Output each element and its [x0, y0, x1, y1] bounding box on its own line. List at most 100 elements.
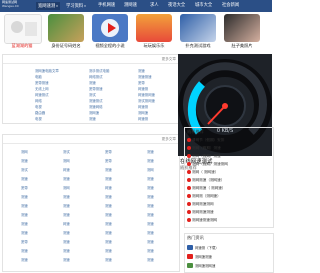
link-item[interactable]: 路由器 [35, 111, 45, 115]
link-item[interactable]: 测速 [147, 213, 154, 217]
recommend-item[interactable]: 测网测速测网 [187, 202, 214, 207]
link-item[interactable]: 测速 [147, 231, 154, 235]
link-item[interactable]: 测速 [147, 186, 154, 190]
link-item[interactable]: 测速 [105, 168, 112, 172]
link-item[interactable]: 测速 [147, 150, 154, 154]
nav-item-5[interactable]: 夜话大全 [168, 2, 185, 10]
link-item[interactable]: 测试 [21, 168, 28, 172]
link-item[interactable]: 测速 [147, 258, 154, 262]
link-item[interactable]: 测速 [21, 177, 28, 181]
link-item[interactable]: 测网 [63, 186, 70, 190]
nav-item-3[interactable]: 测网速 [124, 2, 137, 10]
link-item[interactable]: 电视 [35, 117, 42, 121]
link-item[interactable]: 网速测试 [35, 93, 49, 97]
link-item[interactable]: 测速 [138, 69, 145, 73]
site-logo[interactable]: 网速测试网 Wangsu.CC [2, 0, 36, 12]
link-item[interactable]: 无线上网 [35, 87, 49, 91]
link-item[interactable]: 测网 [147, 168, 154, 172]
link-item[interactable]: 测速 [63, 204, 70, 208]
link-item[interactable]: 宽带测速 [89, 87, 103, 91]
link-item[interactable]: 电视 [35, 105, 42, 109]
link-item[interactable]: 测速测试 [89, 99, 103, 103]
link-item[interactable]: 测速 [21, 231, 28, 235]
nav-item-2[interactable]: 手机网速 [98, 2, 115, 10]
hot-news-item[interactable]: 测网速测速 [195, 254, 212, 259]
link-item[interactable]: 测速 [63, 249, 70, 253]
link-item[interactable]: 宽带 [21, 240, 28, 244]
nav-item-0[interactable]: 宽网速测▾ [36, 2, 60, 10]
link-item[interactable]: 测速 [63, 240, 70, 244]
link-item[interactable]: 测速 [105, 258, 112, 262]
link-item[interactable]: 测速 [105, 177, 112, 181]
link-item[interactable]: 测速 [89, 117, 96, 121]
link-item[interactable]: 测速 [89, 81, 96, 85]
link-item[interactable]: 宽带 [21, 186, 28, 190]
nav-item-7[interactable]: 社会新闻 [222, 2, 239, 10]
recommend-item[interactable]: 测网测速（测网速） [187, 178, 224, 183]
link-item[interactable]: 宽带 [105, 150, 112, 154]
recommend-item[interactable]: 测网测（测网速） [187, 194, 221, 199]
link-item[interactable]: 测速 [105, 204, 112, 208]
link-item[interactable]: 测网速电脑文章 [35, 69, 59, 73]
link-item[interactable]: 测速 [21, 204, 28, 208]
link-item[interactable]: 测速 [63, 195, 70, 199]
link-item[interactable]: 测试测网速 [138, 99, 155, 103]
link-item[interactable]: 电脑 [35, 75, 42, 79]
link-item[interactable]: 网速测网速 [138, 93, 155, 97]
link-item[interactable]: 测网速 [138, 111, 148, 115]
link-item[interactable]: 测速 [21, 249, 28, 253]
recommend-item[interactable]: 测网（假期）测速 [187, 154, 221, 159]
promo-tile-5[interactable]: 肚子美照片 [220, 12, 264, 52]
link-item[interactable]: 网速测 [138, 87, 148, 91]
link-item[interactable]: 测速 [147, 195, 154, 199]
promo-tile-0[interactable]: 蓝湖湖的猫 [0, 12, 44, 52]
link-item[interactable]: 测手测试电脑 [89, 69, 109, 73]
link-item[interactable]: 测速 [105, 213, 112, 217]
link-item[interactable]: 测速 [21, 222, 28, 226]
link-item[interactable]: 测速 [105, 249, 112, 253]
nav-item-4[interactable]: 求人 [150, 2, 159, 10]
link-item[interactable]: 测速 [63, 258, 70, 262]
link-item[interactable]: 测网 [21, 150, 28, 154]
link-item[interactable]: 宽带 [138, 81, 145, 85]
nav-item-6[interactable]: 城市大全 [195, 2, 212, 10]
recommend-item[interactable]: 清明节（假期）安排 [187, 138, 224, 143]
hot-news-item[interactable]: 网速测（下载） [195, 245, 219, 250]
promo-tile-1[interactable]: 身份证号码姓名 [44, 12, 88, 52]
link-item[interactable]: 测网 [63, 159, 70, 163]
link-item[interactable]: 测速 [63, 213, 70, 217]
link-item[interactable]: 网速 [105, 186, 112, 190]
link-item[interactable]: 网络测试 [89, 75, 103, 79]
recommend-item[interactable]: 测网测速测速 [187, 210, 214, 215]
link-item[interactable]: 网速 [63, 168, 70, 172]
link-item[interactable]: 测速 [21, 213, 28, 217]
promo-tile-3[interactable]: 玩玩娱乐乐 [132, 12, 176, 52]
recommend-item[interactable]: 测网（假期）测速测网 [187, 162, 228, 167]
link-item[interactable]: 测网速 [89, 111, 99, 115]
link-item[interactable]: 测速网络 [89, 105, 103, 109]
link-item[interactable]: 网速测 [138, 117, 148, 121]
link-item[interactable]: 测速 [147, 204, 154, 208]
link-item[interactable]: 测速 [21, 258, 28, 262]
link-item[interactable]: 测速 [21, 159, 28, 163]
link-item[interactable]: 测速 [105, 195, 112, 199]
promo-tile-4[interactable]: 扑克测试游戏 [176, 12, 220, 52]
link-item[interactable]: 测速测速 [138, 75, 152, 79]
link-item[interactable]: 宽带 [105, 159, 112, 163]
link-item[interactable]: 测试 [63, 150, 70, 154]
recommend-item[interactable]: 测网（假期）测速 [187, 146, 221, 151]
link-item[interactable]: 测速 [105, 222, 112, 226]
link-item[interactable]: 测速 [105, 231, 112, 235]
link-item[interactable]: 网络 [35, 99, 42, 103]
nav-item-1[interactable]: 学习资料▾ [66, 2, 86, 10]
link-item[interactable]: 网速 [63, 222, 70, 226]
recommend-item[interactable]: 测网（ 测网速） [187, 170, 218, 175]
link-item[interactable]: 宽带测速 [35, 81, 49, 85]
link-item[interactable]: 测速 [147, 159, 154, 163]
link-item[interactable]: 网速测 [138, 105, 148, 109]
link-item[interactable]: 测速 [147, 240, 154, 244]
link-item[interactable]: 测速 [147, 249, 154, 253]
recommend-item[interactable]: 测网测速（ 测网速） [187, 186, 226, 191]
link-item[interactable]: 测试 [89, 93, 96, 97]
more-link[interactable]: 更多文章 [162, 137, 176, 142]
